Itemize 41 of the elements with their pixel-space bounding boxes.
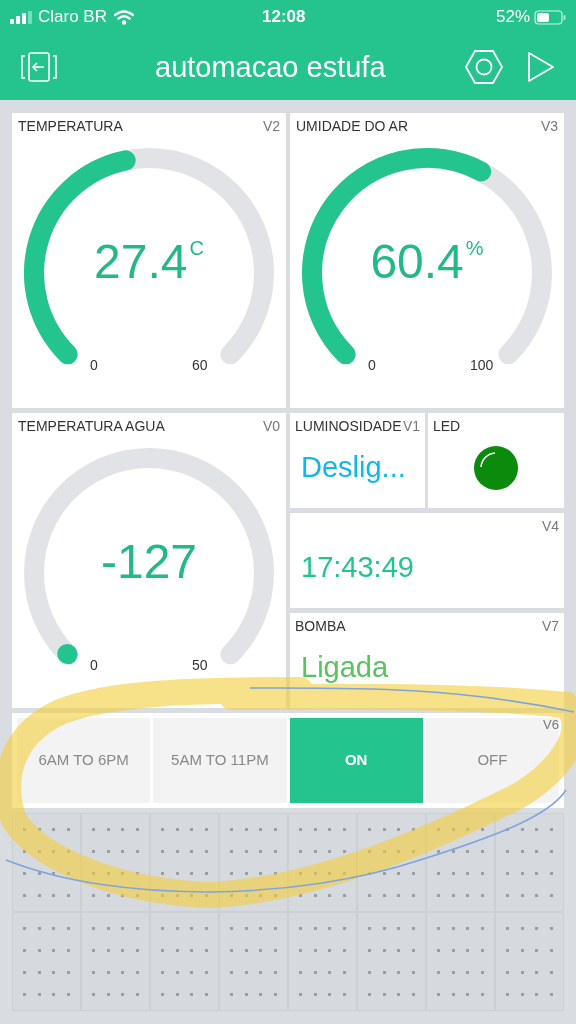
pin-label: V6 bbox=[543, 716, 559, 734]
pin-label: V4 bbox=[541, 517, 559, 535]
gauge-min: 0 bbox=[90, 656, 98, 675]
carrier-name: Claro BR bbox=[38, 6, 107, 29]
segment-option[interactable]: 5AM TO 11PM bbox=[153, 718, 287, 803]
battery-icon bbox=[534, 9, 566, 25]
widget-label: TEMPERATURA bbox=[18, 117, 123, 136]
wifi-icon bbox=[113, 9, 134, 25]
gauge-value: 60.4% bbox=[370, 238, 484, 286]
segment-option[interactable]: 6AM TO 6PM bbox=[17, 718, 151, 803]
gauge-value: -127 bbox=[100, 538, 198, 586]
gauge-max: 50 bbox=[192, 656, 208, 675]
pin-label: V2 bbox=[262, 117, 280, 136]
project-title: automacao estufa bbox=[155, 52, 386, 82]
gauge-max: 100 bbox=[470, 356, 494, 375]
pin-label: V3 bbox=[540, 117, 558, 136]
pin-label: V1 bbox=[402, 417, 420, 435]
display-value: Deslig... bbox=[301, 453, 406, 482]
widget-label: LUMINOSIDADE bbox=[295, 417, 402, 435]
gauge-min: 0 bbox=[90, 356, 98, 375]
exit-icon bbox=[20, 51, 58, 83]
widget-label: BOMBA bbox=[295, 617, 346, 635]
battery-percent: 52% bbox=[495, 6, 530, 29]
pin-label: V7 bbox=[541, 617, 559, 635]
pin-label: V0 bbox=[262, 417, 280, 436]
widget-label: TEMPERATURA AGUA bbox=[18, 417, 165, 436]
widget-label: LED bbox=[432, 417, 462, 436]
clock: 12:08 bbox=[262, 6, 306, 29]
display-value: 17:43:49 bbox=[301, 553, 414, 582]
widget-label: UMIDADE DO AR bbox=[296, 117, 408, 136]
signal-icon bbox=[10, 10, 32, 24]
gauge-max: 60 bbox=[192, 356, 208, 375]
settings-icon bbox=[464, 49, 504, 85]
segment-option[interactable]: ON bbox=[289, 718, 423, 803]
gauge-fill bbox=[57, 643, 78, 665]
play-icon bbox=[527, 51, 555, 83]
display-value: Ligada bbox=[301, 653, 389, 682]
settings-button[interactable] bbox=[464, 47, 504, 87]
play-button[interactable] bbox=[526, 51, 556, 83]
exit-button[interactable] bbox=[20, 51, 58, 83]
gauge-min: 0 bbox=[368, 356, 376, 375]
